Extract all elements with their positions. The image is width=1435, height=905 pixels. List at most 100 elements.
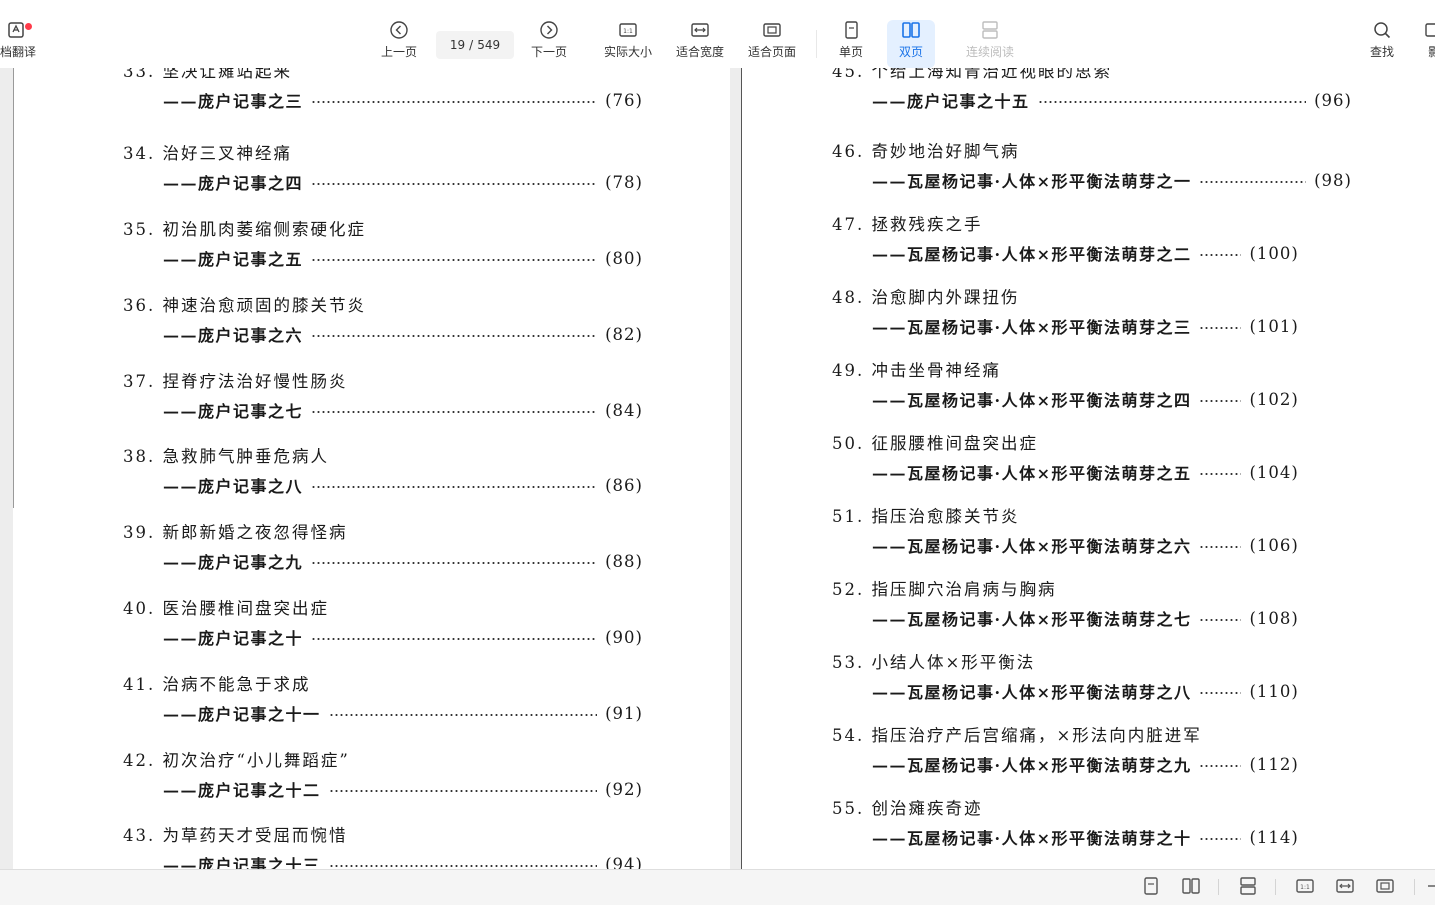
double-page-icon [902, 22, 920, 38]
fit-width-button[interactable]: 适合宽度 [676, 20, 724, 68]
entry-title: 42. 初次治疗“小儿舞蹈症” [123, 751, 350, 770]
entry-page: (106) [1249, 535, 1299, 555]
entry-page: (78) [605, 172, 643, 192]
leader-dots [311, 562, 598, 564]
entry-subtitle-line: ——庞户记事之十三 (94) [163, 853, 643, 870]
entry-page: (112) [1249, 754, 1299, 774]
overflow-icon [1425, 23, 1435, 37]
entry-page: (102) [1249, 389, 1299, 409]
entry-subtitle: ——瓦屋杨记事·人体×形平衡法萌芽之一 [872, 172, 1192, 191]
continuous-reading-label: 连续阅读 [966, 45, 1015, 59]
leader-dots [1199, 546, 1242, 548]
search-button[interactable]: 查找 [1370, 20, 1394, 68]
entry-title: 46. 奇妙地治好脚气病 [832, 142, 1020, 161]
entry-subtitle-line: ——庞户记事之十 (90) [163, 626, 643, 649]
continuous-reading-icon [982, 21, 998, 39]
entry-subtitle-line: ——庞户记事之九 (88) [163, 550, 643, 573]
overflow-button[interactable]: 影 [1424, 20, 1435, 68]
entry-title: 38. 急救肺气肿垂危病人 [123, 447, 329, 466]
leader-dots [1199, 254, 1242, 256]
entry-page: (80) [605, 248, 643, 268]
leader-dots [1199, 327, 1242, 329]
svg-text:1:1: 1:1 [1300, 884, 1310, 891]
fit-page-icon [763, 23, 781, 37]
next-page-button[interactable]: 下一页 [531, 20, 567, 68]
chevron-right-circle-icon [540, 21, 558, 39]
double-page-button[interactable]: 双页 [899, 20, 923, 68]
entry-subtitle: ——瓦屋杨记事·人体×形平衡法萌芽之三 [872, 318, 1192, 337]
fit-width-icon[interactable] [1335, 876, 1355, 896]
entry-title: 40. 医治腰椎间盘突出症 [123, 599, 329, 618]
entry-subtitle-line: ——瓦屋杨记事·人体×形平衡法萌芽之四 (102) [872, 388, 1352, 411]
document-viewport[interactable]: 33. 坚决让瘫站起来 ——庞户记事之三 (76) 34. 治好三叉神经痛 ——… [0, 68, 1435, 869]
entry-page: (92) [605, 779, 643, 799]
leader-dots [1199, 765, 1242, 767]
actual-size-icon: 1:1 [619, 23, 637, 37]
zoom-out-icon[interactable] [1424, 876, 1435, 896]
page-current[interactable]: 19 [450, 38, 465, 52]
fit-width-icon [691, 23, 709, 37]
continuous-reading-icon[interactable] [1238, 876, 1258, 896]
leader-dots [328, 790, 598, 792]
entry-subtitle: ——瓦屋杨记事·人体×形平衡法萌芽之八 [872, 683, 1192, 702]
leader-dots [1199, 400, 1242, 402]
entry-title: 45. 个给上海知青治近视眼的思索 [832, 68, 1112, 81]
entry-subtitle: ——庞户记事之七 [163, 402, 304, 421]
leader-dots [1199, 619, 1242, 621]
entry-title: 43. 为草药天才受屈而惋惜 [123, 826, 348, 845]
actual-size-button[interactable]: 1:1 实际大小 [604, 20, 652, 68]
entry-subtitle-line: ——庞户记事之四 (78) [163, 171, 643, 194]
entry-subtitle: ——庞户记事之三 [163, 92, 304, 111]
bottom-status-bar: 1:1 [0, 869, 1435, 905]
left-page: 33. 坚决让瘫站起来 ——庞户记事之三 (76) 34. 治好三叉神经痛 ——… [13, 68, 730, 869]
leader-dots [311, 259, 598, 261]
continuous-reading-button[interactable]: 连续阅读 [966, 20, 1014, 68]
fit-page-icon[interactable] [1375, 876, 1395, 896]
single-page-button[interactable]: 单页 [839, 20, 863, 68]
single-page-icon[interactable] [1141, 876, 1161, 896]
entry-subtitle-line: ——瓦屋杨记事·人体×形平衡法萌芽之六 (106) [872, 534, 1352, 557]
prev-page-button[interactable]: 上一页 [381, 20, 417, 68]
page-separator: / [469, 38, 474, 52]
actual-size-icon[interactable]: 1:1 [1295, 876, 1315, 896]
entry-subtitle-line: ——瓦屋杨记事·人体×形平衡法萌芽之七 (108) [872, 607, 1352, 630]
leader-dots [328, 865, 598, 867]
entry-title: 35. 初治肌肉萎缩侧索硬化症 [123, 220, 366, 239]
entry-title: 52. 指压脚穴治肩病与胸病 [832, 580, 1057, 599]
leader-dots [1199, 181, 1307, 183]
entry-page: (90) [605, 627, 643, 647]
leader-dots [1199, 473, 1242, 475]
entry-subtitle: ——瓦屋杨记事·人体×形平衡法萌芽之六 [872, 537, 1192, 556]
entry-subtitle: ——庞户记事之五 [163, 250, 304, 269]
entry-subtitle: ——庞户记事之十五 [872, 92, 1030, 111]
entry-title: 54. 指压治疗产后宫缩痛，×形法向内脏进军 [832, 726, 1202, 745]
entry-subtitle-line: ——庞户记事之五 (80) [163, 247, 643, 270]
double-page-icon[interactable] [1181, 876, 1201, 896]
leader-dots [1199, 692, 1242, 694]
entry-subtitle-line: ——瓦屋杨记事·人体×形平衡法萌芽之三 (101) [872, 315, 1352, 338]
entry-subtitle: ——瓦屋杨记事·人体×形平衡法萌芽之二 [872, 245, 1192, 264]
entry-page: (94) [605, 854, 643, 870]
entry-page: (101) [1249, 316, 1299, 336]
toolbar-divider [816, 30, 817, 58]
entry-title: 47. 拯救残疾之手 [832, 215, 983, 234]
single-page-icon [845, 21, 858, 39]
entry-page: (76) [605, 90, 643, 110]
entry-title: 36. 神速治愈顽固的膝关节炎 [123, 296, 366, 315]
fit-page-button[interactable]: 适合页面 [748, 20, 796, 68]
entry-page: (86) [605, 475, 643, 495]
leader-dots [1199, 838, 1242, 840]
fit-page-label: 适合页面 [748, 45, 797, 59]
leader-dots [311, 335, 598, 337]
entry-subtitle-line: ——瓦屋杨记事·人体×形平衡法萌芽之八 (110) [872, 680, 1352, 703]
entry-title: 49. 冲击坐骨神经痛 [832, 361, 1001, 380]
prev-page-label: 上一页 [381, 45, 418, 59]
notification-dot [25, 23, 32, 30]
single-page-label: 单页 [839, 45, 864, 59]
translate-label: 档翻译 [0, 45, 37, 59]
translate-icon [8, 22, 24, 38]
entry-title: 34. 治好三叉神经痛 [123, 144, 292, 163]
search-label: 查找 [1370, 45, 1395, 59]
page-counter[interactable]: 19 / 549 [436, 31, 514, 59]
entry-subtitle: ——庞户记事之十一 [163, 705, 321, 724]
